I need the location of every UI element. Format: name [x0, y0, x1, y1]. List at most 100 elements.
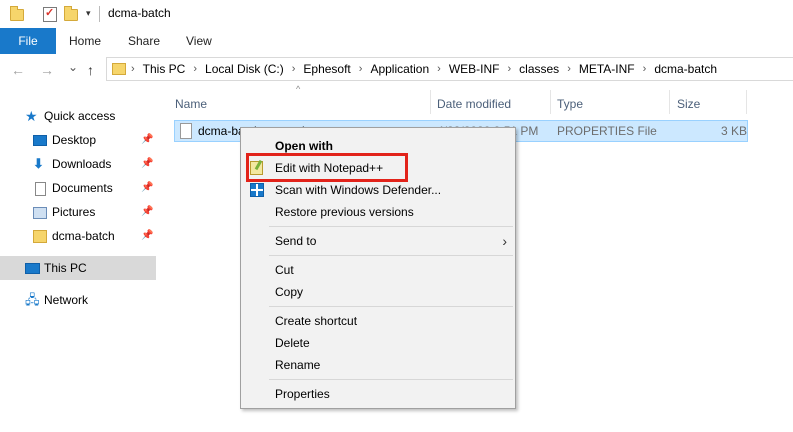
column-header-size[interactable]: Size	[677, 92, 700, 116]
menu-item-label: Send to	[275, 234, 317, 248]
chevron-right-icon[interactable]: ›	[437, 58, 441, 80]
column-header-name[interactable]: Name	[175, 92, 207, 116]
column-header-type[interactable]: Type	[557, 92, 583, 116]
recent-locations-icon[interactable]: ⌄	[68, 60, 78, 74]
sidebar-item-network[interactable]: 🖧 Network	[0, 288, 156, 312]
sidebar-item-quick-access[interactable]: ★ Quick access	[0, 104, 156, 128]
computer-icon	[25, 263, 40, 274]
up-arrow-icon[interactable]: ↑	[87, 62, 94, 78]
column-divider[interactable]	[669, 90, 670, 114]
menu-item-label: Copy	[275, 285, 304, 299]
breadcrumb-meta-inf[interactable]: META-INF	[579, 58, 635, 80]
new-folder-icon[interactable]	[64, 6, 78, 21]
breadcrumb-this-pc[interactable]: This PC	[143, 58, 186, 80]
menu-item-create-shortcut[interactable]: Create shortcut	[241, 310, 515, 332]
pin-icon: 📌	[141, 206, 154, 217]
menu-separator	[269, 306, 513, 307]
pin-icon: 📌	[141, 230, 154, 241]
star-icon: ★	[25, 108, 38, 124]
chevron-right-icon[interactable]: ›	[567, 58, 571, 80]
file-size: 3 KB	[721, 124, 748, 138]
pin-icon: 📌	[141, 134, 154, 145]
chevron-right-icon[interactable]: ›	[131, 58, 135, 80]
column-divider[interactable]	[746, 90, 747, 114]
annotation-highlight-box	[246, 153, 408, 182]
sidebar-item-this-pc[interactable]: This PC	[0, 256, 156, 280]
sidebar-item-downloads[interactable]: ⬇ Downloads 📌	[0, 152, 156, 176]
chevron-right-icon[interactable]: ›	[508, 58, 512, 80]
breadcrumb-dcma-batch[interactable]: dcma-batch	[654, 58, 717, 80]
sidebar-item-dcma-batch[interactable]: dcma-batch 📌	[0, 224, 156, 248]
column-divider[interactable]	[430, 90, 431, 114]
breadcrumb-ephesoft[interactable]: Ephesoft	[303, 58, 350, 80]
breadcrumb-application[interactable]: Application	[370, 58, 429, 80]
menu-item-rename[interactable]: Rename	[241, 354, 515, 376]
sidebar-item-label: dcma-batch	[52, 229, 115, 243]
sidebar-item-label: Desktop	[52, 133, 97, 147]
menu-separator	[269, 255, 513, 256]
sidebar-item-label: Pictures	[52, 205, 96, 219]
address-bar[interactable]: › This PC › Local Disk (C:) › Ephesoft ›…	[106, 57, 793, 81]
menu-item-label: Create shortcut	[275, 314, 358, 328]
menu-item-label: Delete	[275, 336, 310, 350]
sidebar-item-label: Documents	[52, 181, 113, 195]
sidebar-item-label: Network	[44, 293, 89, 307]
menu-item-properties[interactable]: Properties	[241, 383, 515, 405]
tab-share[interactable]: Share	[128, 28, 160, 54]
pin-icon: 📌	[141, 182, 154, 193]
breadcrumb-classes[interactable]: classes	[519, 58, 559, 80]
sidebar-item-label: Downloads	[52, 157, 112, 171]
downloads-icon: ⬇	[33, 156, 44, 171]
tab-file[interactable]: File	[0, 28, 56, 54]
menu-item-send-to[interactable]: Send to ›	[241, 230, 515, 252]
menu-item-label: Cut	[275, 263, 294, 277]
chevron-right-icon[interactable]: ›	[292, 58, 296, 80]
menu-item-copy[interactable]: Copy	[241, 281, 515, 303]
window-title: dcma-batch	[108, 6, 171, 20]
ribbon: File Home Share View	[0, 28, 793, 55]
menu-item-restore-previous-versions[interactable]: Restore previous versions	[241, 201, 515, 223]
tab-view[interactable]: View	[186, 28, 212, 54]
menu-item-scan-defender[interactable]: Scan with Windows Defender...	[241, 179, 515, 201]
column-header-date-modified[interactable]: Date modified	[437, 92, 511, 116]
folder-icon	[112, 63, 126, 75]
menu-separator	[269, 226, 513, 227]
forward-arrow-icon[interactable]: →	[40, 62, 54, 78]
file-icon	[180, 123, 192, 139]
title-bar: ▾ dcma-batch	[0, 0, 793, 28]
sidebar-item-label: This PC	[44, 261, 87, 275]
folder-icon	[33, 230, 47, 243]
menu-item-label: Scan with Windows Defender...	[275, 183, 442, 197]
chevron-right-icon[interactable]: ›	[193, 58, 197, 80]
desktop-icon	[33, 135, 47, 146]
chevron-right-icon[interactable]: ›	[643, 58, 647, 80]
tab-home[interactable]: Home	[69, 28, 101, 54]
breadcrumb: › This PC › Local Disk (C:) › Ephesoft ›…	[131, 58, 717, 80]
navigation-pane: ★ Quick access Desktop 📌 ⬇ Downloads 📌 D…	[0, 90, 158, 432]
folder-icon[interactable]	[10, 6, 24, 21]
windows-defender-icon	[250, 183, 264, 197]
sidebar-item-documents[interactable]: Documents 📌	[0, 176, 156, 200]
customize-toolbar-icon[interactable]: ▾	[86, 8, 91, 19]
documents-icon	[35, 182, 46, 196]
menu-item-label: Restore previous versions	[275, 205, 414, 219]
breadcrumb-local-disk[interactable]: Local Disk (C:)	[205, 58, 284, 80]
menu-item-label: Properties	[275, 387, 330, 401]
divider	[99, 6, 100, 22]
back-arrow-icon[interactable]: ←	[11, 62, 25, 78]
pictures-icon	[33, 207, 47, 219]
menu-item-cut[interactable]: Cut	[241, 259, 515, 281]
column-divider[interactable]	[550, 90, 551, 114]
file-type: PROPERTIES File	[557, 124, 657, 138]
sort-ascending-icon: ^	[296, 84, 301, 94]
menu-separator	[269, 379, 513, 380]
sidebar-item-desktop[interactable]: Desktop 📌	[0, 128, 156, 152]
breadcrumb-web-inf[interactable]: WEB-INF	[449, 58, 500, 80]
menu-item-label: Rename	[275, 358, 321, 372]
properties-icon[interactable]	[43, 6, 57, 22]
chevron-right-icon[interactable]: ›	[359, 58, 363, 80]
sidebar-item-pictures[interactable]: Pictures 📌	[0, 200, 156, 224]
pin-icon: 📌	[141, 158, 154, 169]
sidebar-item-label: Quick access	[44, 109, 116, 123]
menu-item-delete[interactable]: Delete	[241, 332, 515, 354]
